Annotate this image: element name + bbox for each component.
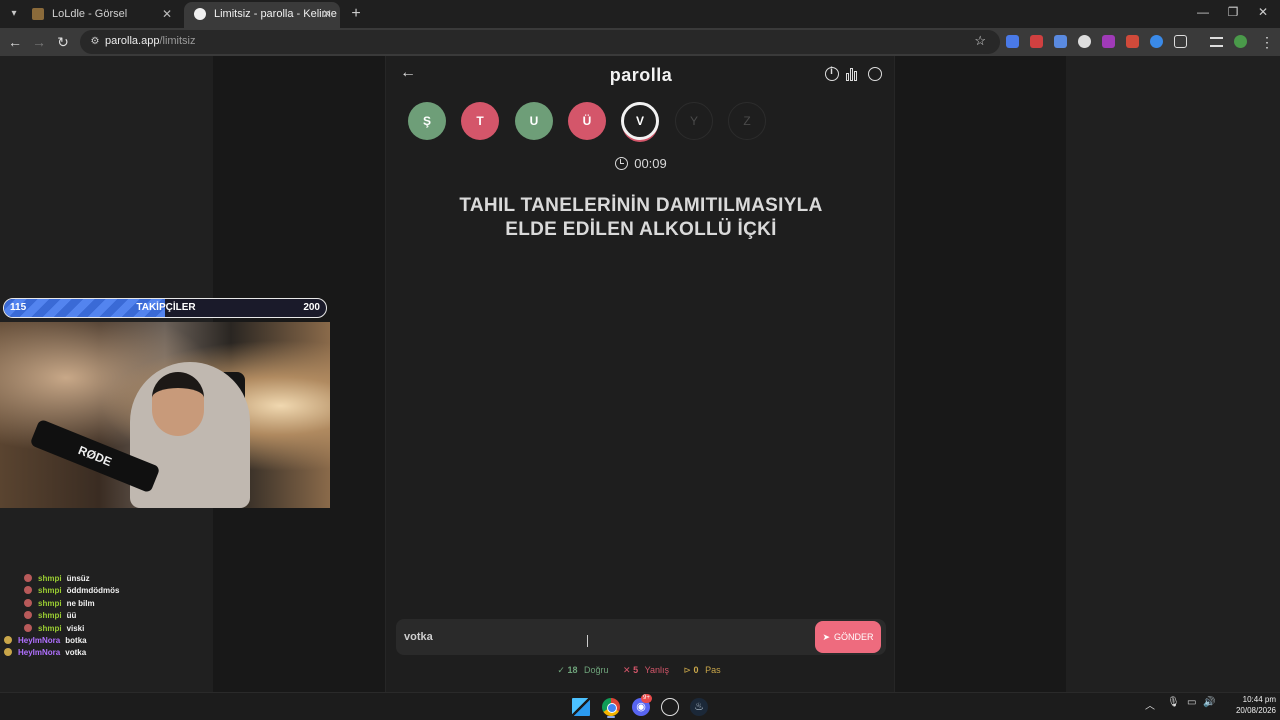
send-label: GÖNDER: [834, 632, 874, 642]
question-line: ELDE EDİLEN ALKOLLÜ İÇKİ: [505, 219, 777, 240]
question-text: TAHIL TANELERİNİN DAMITILMASIYLA ELDE ED…: [416, 194, 866, 242]
timer: 00:09: [386, 156, 896, 171]
back-arrow-icon[interactable]: ←: [6, 33, 24, 51]
close-tab-icon[interactable]: ✕: [162, 2, 172, 26]
active-app-indicator: [607, 716, 615, 718]
letter-circle: Ş: [408, 102, 446, 140]
app-icon[interactable]: [661, 698, 679, 716]
chat-message: HeyImNora votka: [4, 648, 204, 660]
tab-parolla[interactable]: Limitsiz - parolla - Kelime oyunu ✕: [184, 2, 340, 28]
stream-chat: shmpi ünsüz shmpi öddmdödmös shmpi ne bilm …: [24, 574, 224, 636]
profile-avatar[interactable]: [1234, 35, 1247, 48]
extension-icon[interactable]: [1006, 35, 1019, 48]
letter-circle-active: V: [621, 102, 659, 140]
chat-message: shmpi ünsüz: [24, 574, 224, 586]
browser-toolbar: ← → ↻ ⚙ parolla.app/limitsiz ☆ ⋮: [0, 28, 1280, 56]
chat-message: shmpi viski: [24, 623, 224, 636]
letter-circle: U: [515, 102, 553, 140]
stats-chart-icon[interactable]: [846, 67, 860, 81]
answer-input[interactable]: [404, 625, 804, 649]
discord-notification-badge: 9+: [641, 694, 652, 703]
text-cursor-icon: [587, 635, 593, 647]
tray-chevron-up-icon[interactable]: ︿: [1145, 697, 1155, 712]
chat-badge-icon: [4, 636, 12, 644]
parolla-game: ← parolla Ş T U Ü V Y Z 00:09 TAHIL TANE…: [385, 56, 895, 696]
system-clock[interactable]: 10:44 pm 20/08/2026: [1224, 694, 1276, 716]
extensions-puzzle-icon[interactable]: [1174, 35, 1187, 48]
correct-score: ✓ 18 Doğru: [557, 665, 609, 675]
chat-badge-icon: [24, 611, 32, 620]
question-line: TAHIL TANELERİNİN DAMITILMASIYLA: [459, 195, 823, 216]
letter-circle: Ü: [568, 102, 606, 140]
bookmark-star-icon[interactable]: ☆: [974, 33, 986, 49]
clock-icon: [615, 157, 629, 170]
answer-form: ➤GÖNDER: [396, 619, 886, 655]
windows-taskbar: ◉ ♨: [0, 692, 1280, 720]
letter-circle: Z: [728, 102, 766, 140]
chat-message: shmpi üü: [24, 611, 224, 623]
forward-arrow-icon[interactable]: →: [30, 33, 48, 51]
chat-badge-icon: [24, 623, 32, 632]
pass-score: ⊳ 0 Pas: [683, 665, 721, 675]
wrong-score: ✕ 5 Yanlış: [623, 665, 669, 675]
follower-goal-bar: 115 TAKİPÇİLER 200: [3, 298, 327, 318]
extension-icon[interactable]: [1054, 35, 1067, 48]
network-icon[interactable]: ▭: [1187, 697, 1196, 708]
microphone-icon[interactable]: 🎙: [1167, 697, 1180, 708]
letter-circle: T: [461, 102, 499, 140]
extension-icon[interactable]: [1150, 35, 1163, 48]
kebab-menu-icon[interactable]: ⋮: [1258, 33, 1276, 51]
extension-icon[interactable]: [1102, 35, 1115, 48]
user-profile-icon[interactable]: [868, 67, 882, 81]
chat-message: shmpi ne bilm: [24, 598, 224, 611]
reading-list-icon[interactable]: [1210, 37, 1223, 47]
site-info-icon[interactable]: ⚙: [88, 35, 102, 49]
chat-badge-icon: [4, 648, 12, 657]
restore-icon[interactable]: ❐: [1223, 5, 1243, 19]
info-icon[interactable]: [825, 66, 839, 81]
stream-chat-recent: HeyImNora botka HeyImNora votka: [4, 636, 204, 661]
timer-value: 00:09: [634, 156, 667, 171]
minimize-icon[interactable]: —: [1193, 5, 1213, 19]
tab-search-chevron-icon[interactable]: ▾: [6, 6, 22, 22]
letter-circle: Y: [675, 102, 713, 140]
tab-title: LoLdle - Görsel: [52, 8, 128, 20]
chrome-icon[interactable]: [602, 698, 620, 716]
chat-message: HeyImNora botka: [4, 636, 204, 648]
windows-start-icon[interactable]: [572, 698, 590, 716]
letter-progress: Ş T U Ü V Y Z: [408, 102, 778, 142]
extension-icon[interactable]: [1126, 35, 1139, 48]
clock-date: 20/08/2026: [1235, 706, 1276, 715]
clock-time: 10:44 pm: [1242, 695, 1276, 704]
chat-badge-icon: [24, 586, 32, 595]
chat-badge-icon: [24, 574, 32, 582]
loldle-favicon-icon: [32, 8, 44, 20]
close-tab-icon[interactable]: ✕: [322, 2, 332, 26]
webcam-feed: RØDE: [0, 322, 330, 508]
parolla-favicon-icon: [194, 8, 206, 20]
app-header: ← parolla: [386, 56, 896, 94]
close-window-icon[interactable]: ✕: [1253, 5, 1273, 19]
chat-message: shmpi öddmdödmös: [24, 586, 224, 598]
tab-loldle[interactable]: LoLdle - Görsel ✕: [22, 2, 180, 28]
chat-badge-icon: [24, 598, 32, 607]
volume-icon[interactable]: 🔊: [1203, 697, 1215, 708]
new-tab-plus-icon[interactable]: +: [346, 4, 366, 24]
streamer-head: [152, 372, 204, 436]
extension-icon[interactable]: [1078, 35, 1091, 48]
send-plane-icon: ➤: [822, 632, 831, 642]
right-margin: [1066, 56, 1280, 720]
extension-icon[interactable]: [1030, 35, 1043, 48]
steam-icon[interactable]: ♨: [690, 698, 708, 716]
url-text: parolla.app/limitsiz: [105, 35, 196, 47]
app-logo[interactable]: parolla: [386, 65, 896, 86]
follower-goal-target: 200: [303, 302, 320, 313]
score-summary: ✓ 18 Doğru ✕ 5 Yanlış ⊳ 0 Pas: [386, 665, 896, 676]
send-button[interactable]: ➤ GÖNDER: [815, 621, 881, 653]
browser-tab-strip: ▾ LoLdle - Görsel ✕ Limitsiz - parolla -…: [0, 0, 1280, 28]
address-bar[interactable]: ⚙ parolla.app/limitsiz ☆: [80, 30, 1000, 54]
follower-goal-label: TAKİPÇİLER: [136, 302, 196, 313]
reload-icon[interactable]: ↻: [54, 33, 72, 51]
